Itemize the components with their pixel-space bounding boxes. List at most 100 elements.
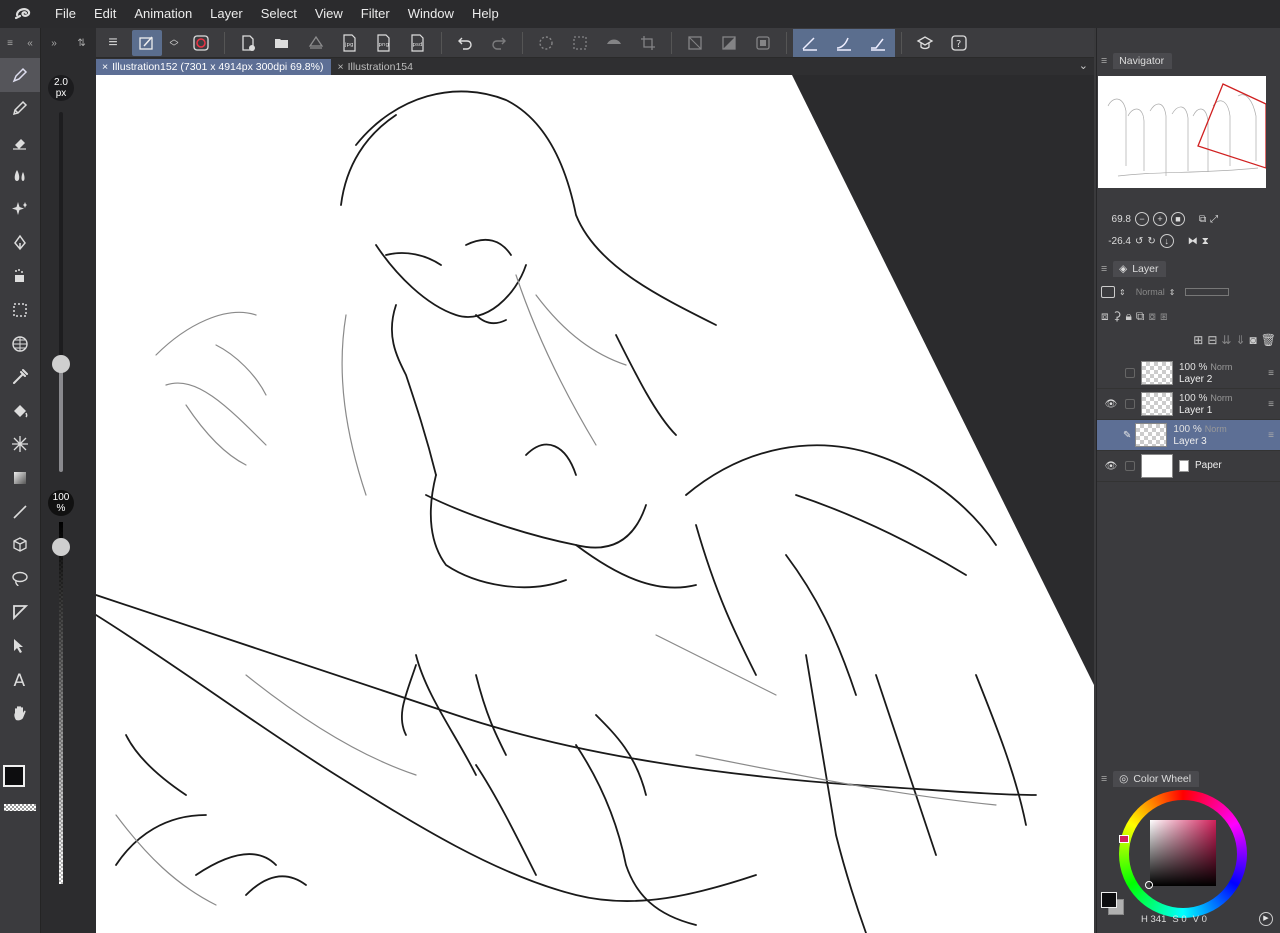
- undo-button[interactable]: [450, 30, 480, 56]
- layer-menu-icon[interactable]: ≡: [1268, 399, 1274, 410]
- toggle-button[interactable]: ︿ ﹀: [166, 30, 182, 56]
- brush-size-knob[interactable]: [52, 355, 70, 373]
- chevron-down-icon[interactable]: ⌄: [1079, 59, 1088, 72]
- effect-tool[interactable]: [0, 428, 40, 462]
- combine-down-icon[interactable]: ⇓: [1235, 333, 1245, 347]
- crop-button[interactable]: [633, 30, 663, 56]
- transparent-color-swatch[interactable]: [4, 804, 36, 811]
- hue-value[interactable]: 341: [1151, 914, 1167, 925]
- lock-toggle[interactable]: [1125, 399, 1135, 409]
- layer-menu-icon[interactable]: ≡: [1268, 430, 1274, 441]
- rotate-left-icon[interactable]: ↺: [1135, 236, 1143, 247]
- app-logo-icon[interactable]: [0, 0, 46, 28]
- brush-opacity-knob[interactable]: [52, 538, 70, 556]
- fit-navigator-icon[interactable]: ⤢: [1210, 214, 1218, 225]
- academy-button[interactable]: [910, 30, 940, 56]
- lock-icon[interactable]: 🔒︎: [1125, 309, 1131, 324]
- brush-panel-settings-icon[interactable]: ⇅: [77, 38, 85, 49]
- export-png-button[interactable]: png: [369, 30, 399, 56]
- opacity-bar[interactable]: [1185, 288, 1230, 296]
- navigator-preview[interactable]: [1098, 76, 1266, 188]
- blend-mode-select[interactable]: Normal: [1136, 287, 1165, 297]
- stabilizer-3-button[interactable]: [863, 30, 893, 56]
- reference-layer-icon[interactable]: ⚳: [1113, 309, 1122, 323]
- main-sub-color-swatch[interactable]: [3, 765, 37, 799]
- tab-illustration154[interactable]: × Illustration154: [331, 59, 421, 75]
- deselect-button[interactable]: [531, 30, 561, 56]
- reset-rotation-icon[interactable]: ↓: [1159, 234, 1174, 248]
- new-canvas-button[interactable]: [233, 30, 263, 56]
- tab-illustration152[interactable]: × Illustration152 (7301 x 4914px 300dpi …: [96, 59, 332, 75]
- menu-window[interactable]: Window: [399, 0, 463, 28]
- close-icon[interactable]: ×: [337, 59, 343, 75]
- zoom-out-icon[interactable]: −: [1135, 212, 1149, 226]
- stepper-icon[interactable]: ⇕: [1119, 288, 1126, 297]
- layer-row-layer-1[interactable]: 👁︎ 100 % Norm Layer 1 ≡: [1097, 389, 1280, 420]
- lock-toggle[interactable]: [1125, 461, 1135, 471]
- rotate-right-icon[interactable]: ↻: [1147, 236, 1155, 247]
- open-button[interactable]: [267, 30, 297, 56]
- flip-vertical-icon[interactable]: ⧗: [1202, 236, 1209, 247]
- quick-access-button[interactable]: [132, 29, 162, 56]
- rotation-value[interactable]: -26.4: [1101, 236, 1131, 247]
- menu-edit[interactable]: Edit: [85, 0, 125, 28]
- actual-size-icon[interactable]: ■: [1171, 212, 1185, 226]
- canvas-viewport[interactable]: [96, 75, 1094, 933]
- main-color[interactable]: [3, 765, 25, 787]
- saturation-value-square[interactable]: [1150, 820, 1216, 886]
- panel-menu-icon[interactable]: ≡: [1101, 773, 1107, 785]
- layer-row-paper[interactable]: 👁︎ Paper: [1097, 451, 1280, 482]
- brush-opacity-slider[interactable]: [59, 522, 63, 884]
- brush-panel-collapse-icon[interactable]: »: [51, 38, 57, 49]
- eye-icon[interactable]: 👁︎: [1103, 461, 1119, 472]
- layer-tab[interactable]: ◈ Layer: [1113, 261, 1167, 277]
- layer-row-layer-3[interactable]: ✎ 100 % Norm Layer 3 ≡: [1097, 420, 1280, 451]
- zoom-in-icon[interactable]: +: [1153, 212, 1167, 226]
- 3d-tool[interactable]: [0, 528, 40, 562]
- panel-menu-icon[interactable]: ≡: [1101, 263, 1107, 275]
- lasso-tool[interactable]: [0, 562, 40, 596]
- new-folder-icon[interactable]: ⊟: [1207, 333, 1217, 347]
- layer-mask-icon[interactable]: ◙: [1250, 333, 1257, 347]
- clip-layer-icon[interactable]: ⧈: [1101, 309, 1109, 324]
- menu-animation[interactable]: Animation: [125, 0, 201, 28]
- transfer-down-icon[interactable]: ⇊: [1221, 333, 1231, 347]
- menu-filter[interactable]: Filter: [352, 0, 399, 28]
- stabilizer-2-button[interactable]: [829, 30, 859, 56]
- blend-tool[interactable]: [0, 159, 40, 193]
- lock-transparent-icon[interactable]: ⧉: [1136, 309, 1145, 324]
- stepper-icon[interactable]: ⇕: [1169, 288, 1176, 297]
- menu-help[interactable]: Help: [463, 0, 508, 28]
- palette-menu-icon[interactable]: ≡: [7, 38, 13, 49]
- layer-row-layer-2[interactable]: 100 % Norm Layer 2 ≡: [1097, 358, 1280, 389]
- layer-property-icon[interactable]: [1101, 286, 1115, 298]
- selection-button[interactable]: [565, 30, 595, 56]
- move-tool[interactable]: [0, 629, 40, 663]
- vector-tool[interactable]: [0, 226, 40, 260]
- saturation-value[interactable]: 0: [1181, 914, 1186, 925]
- brush-size-slider[interactable]: [59, 112, 63, 472]
- menu-view[interactable]: View: [306, 0, 352, 28]
- redo-button[interactable]: [484, 30, 514, 56]
- transform-button[interactable]: [714, 30, 744, 56]
- export-jpg-button[interactable]: jpg: [335, 30, 365, 56]
- mask-enable-icon[interactable]: ⧇: [1148, 309, 1156, 324]
- text-tool[interactable]: A: [0, 663, 40, 697]
- airbrush-tool[interactable]: [0, 260, 40, 294]
- clear-button[interactable]: [680, 30, 710, 56]
- eyedropper-tool[interactable]: [0, 360, 40, 394]
- menu-file[interactable]: File: [46, 0, 85, 28]
- stabilizer-1-button[interactable]: [795, 30, 825, 56]
- panel-menu-icon[interactable]: ≡: [1101, 55, 1107, 67]
- export-psd-button[interactable]: psd: [403, 30, 433, 56]
- gradient-tool[interactable]: [0, 461, 40, 495]
- help-button[interactable]: ?: [944, 30, 974, 56]
- new-raster-layer-icon[interactable]: ⊞: [1193, 333, 1203, 347]
- close-icon[interactable]: ×: [102, 59, 108, 75]
- record-button[interactable]: [186, 30, 216, 56]
- menu-layer[interactable]: Layer: [201, 0, 252, 28]
- line-tool[interactable]: [0, 495, 40, 529]
- menu-select[interactable]: Select: [252, 0, 306, 28]
- save-button[interactable]: [301, 30, 331, 56]
- color-wheel-tab[interactable]: ◎ Color Wheel: [1113, 771, 1200, 787]
